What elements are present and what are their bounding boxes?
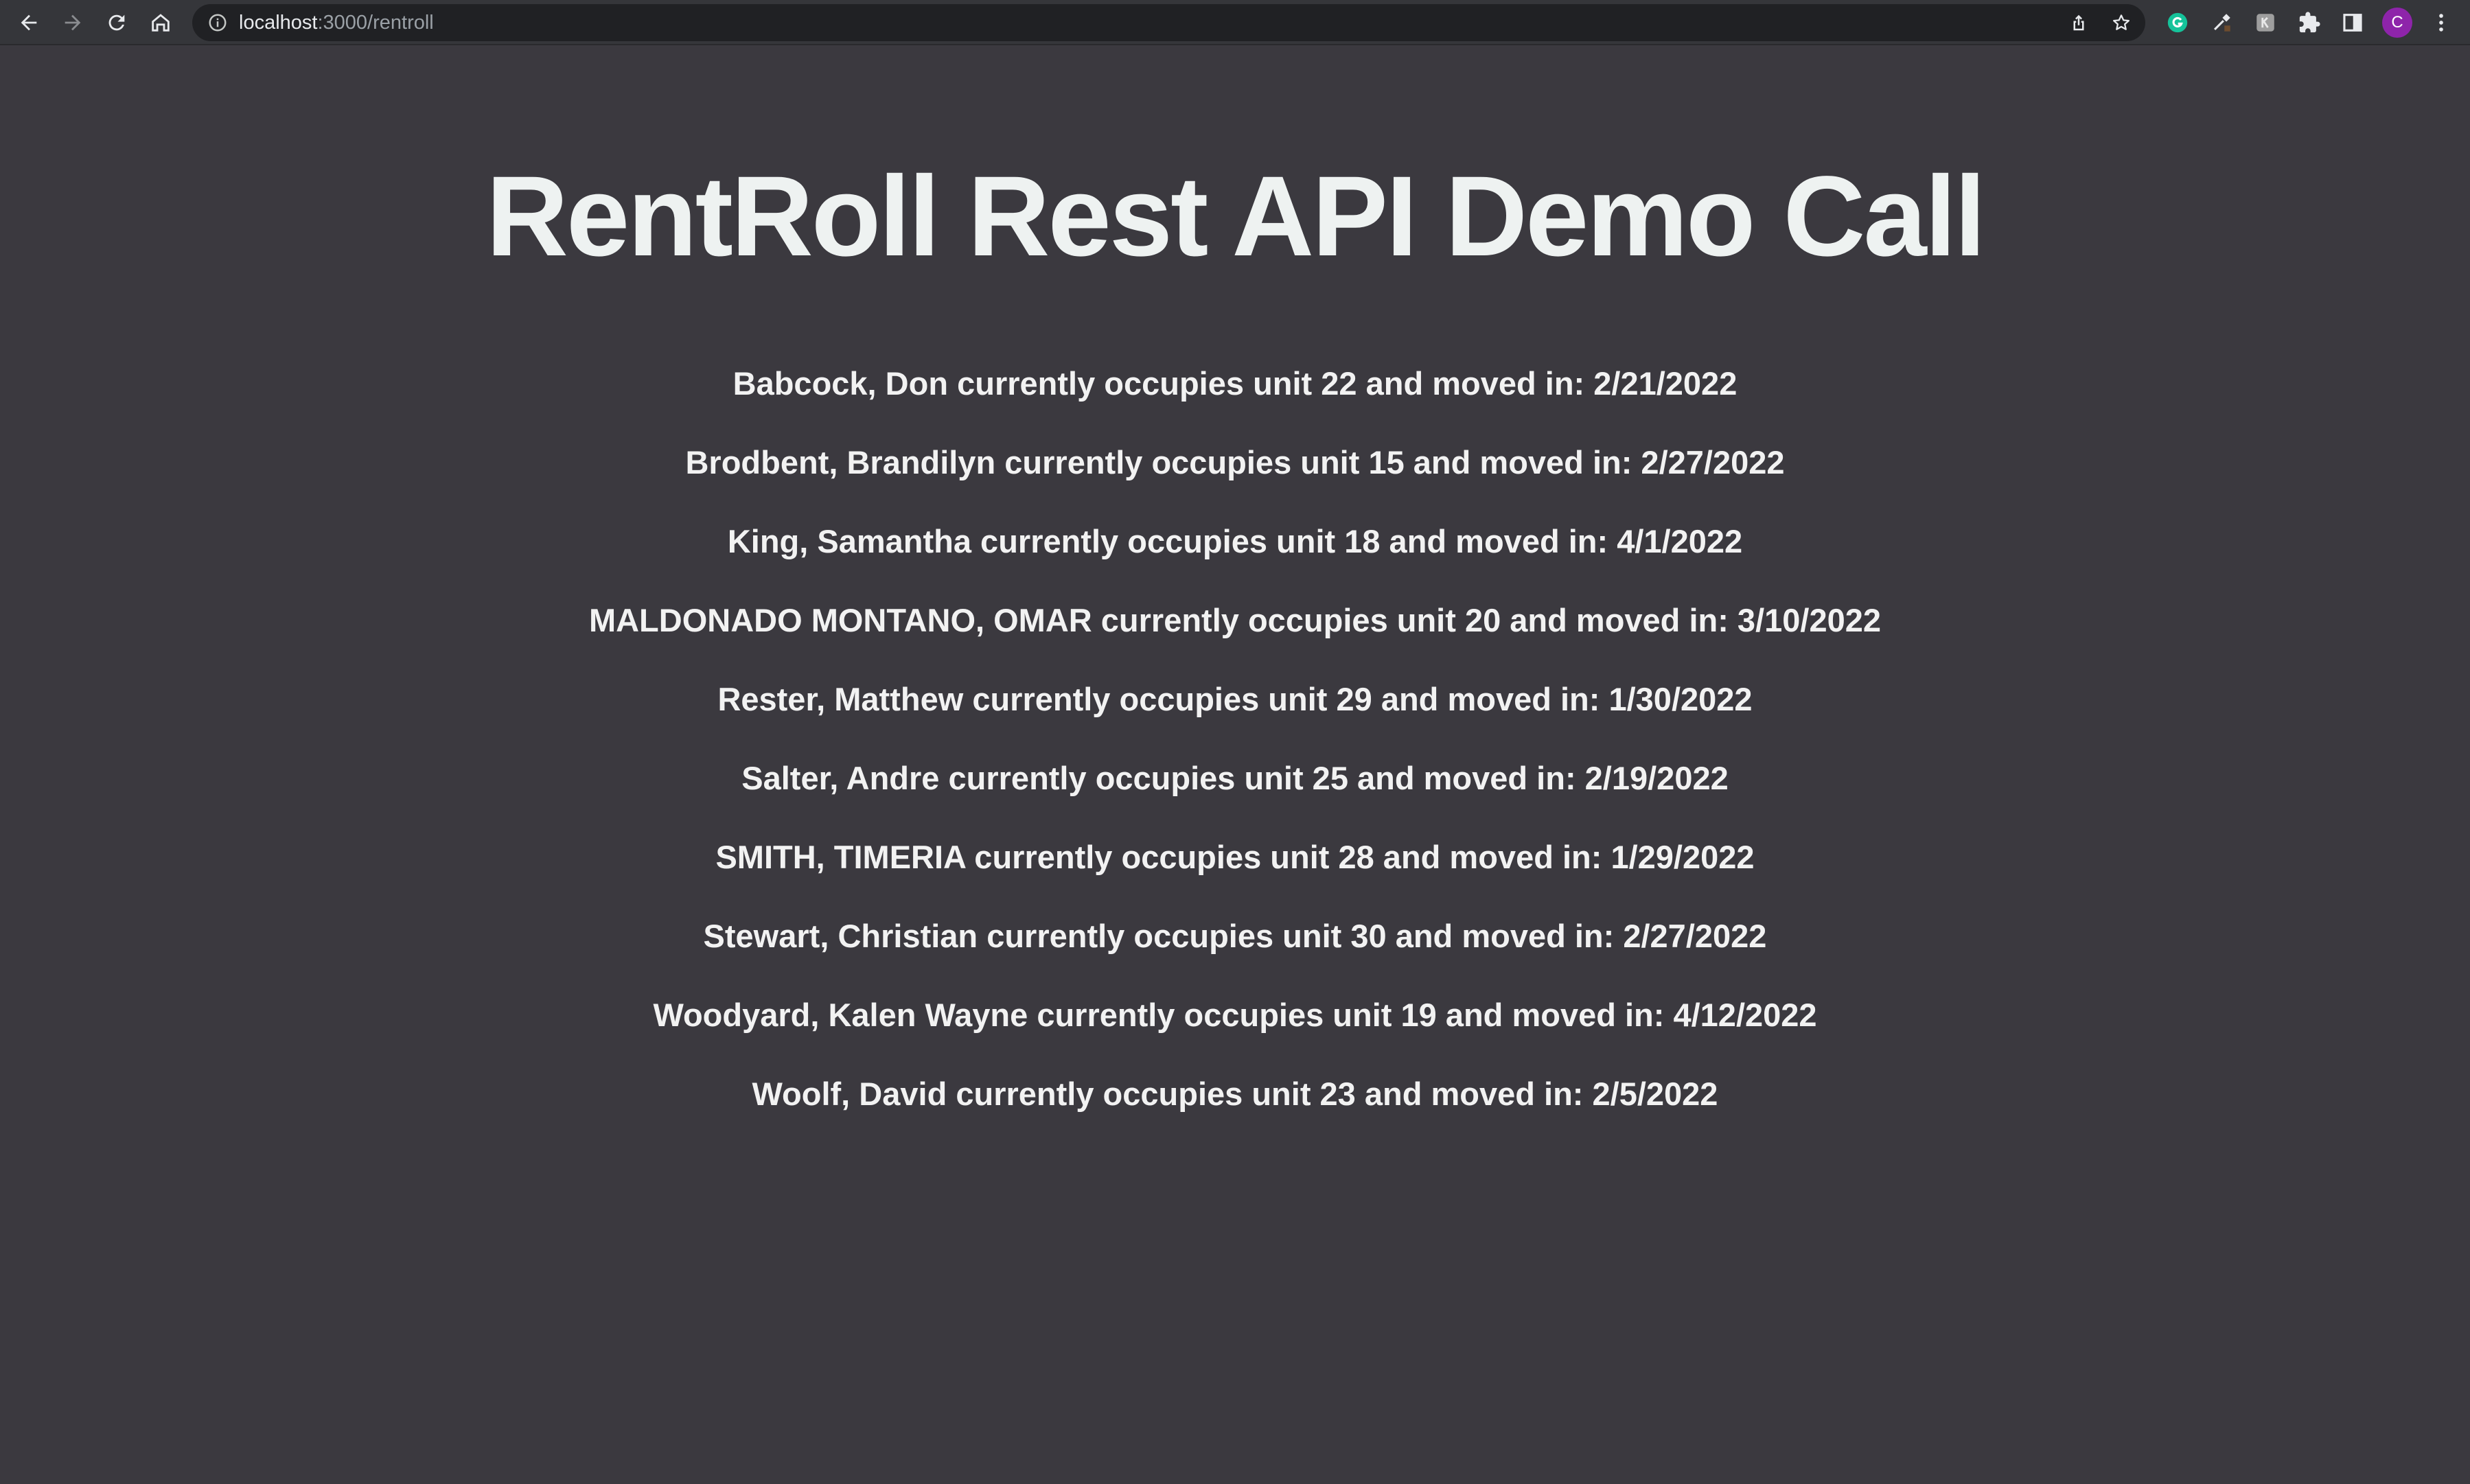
side-panel-icon [2343, 14, 2362, 32]
browser-menu-button[interactable] [2427, 8, 2456, 37]
tenant-row: Rester, Matthew currently occupies unit … [717, 681, 1753, 717]
tenant-row: Brodbent, Brandilyn currently occupies u… [685, 444, 1785, 480]
extensions-button[interactable] [2295, 8, 2324, 37]
tenant-list: Babcock, Don currently occupies unit 22 … [0, 344, 2470, 1133]
home-button[interactable] [144, 6, 177, 39]
tenant-row: King, Samantha currently occupies unit 1… [727, 523, 1743, 559]
k-extension[interactable] [2251, 8, 2280, 37]
home-icon [152, 14, 170, 32]
tenant-row: SMITH, TIMERIA currently occupies unit 2… [715, 839, 1755, 875]
bookmark-star-icon [2113, 14, 2129, 30]
tenant-row: Woodyard, Kalen Wayne currently occupies… [653, 997, 1817, 1033]
info-icon[interactable] [207, 12, 228, 33]
reload-button[interactable] [100, 6, 133, 39]
tenant-row: Woolf, David currently occupies unit 23 … [752, 1076, 1718, 1112]
eyedropper-icon [2213, 14, 2230, 32]
url-host: localhost [239, 12, 318, 34]
back-arrow-icon [21, 14, 37, 31]
tenant-row: Stewart, Christian currently occupies un… [703, 918, 1767, 954]
page-title: RentRoll Rest API Demo Call [486, 153, 1986, 280]
k-extension-icon [2257, 14, 2274, 32]
grammarly-icon [2167, 12, 2188, 33]
forward-arrow-icon [65, 14, 81, 31]
puzzle-icon [2299, 12, 2320, 33]
kebab-menu-icon [2439, 14, 2443, 32]
eyedropper-extension[interactable] [2207, 8, 2236, 37]
tenant-row: Babcock, Don currently occupies unit 22 … [732, 365, 1738, 402]
tenant-row: Salter, Andre currently occupies unit 25… [741, 760, 1729, 796]
page-content: RentRoll Rest API Demo Call Babcock, Don… [0, 45, 2470, 1484]
profile-avatar[interactable]: C [2382, 8, 2412, 38]
grammarly-extension[interactable] [2163, 8, 2192, 37]
share-icon [2073, 14, 2084, 31]
forward-button[interactable] [56, 6, 89, 39]
share-button[interactable] [2066, 10, 2091, 35]
address-bar[interactable]: localhost:3000/rentroll [192, 4, 2145, 41]
reload-icon [108, 14, 125, 31]
url-path: :3000/rentroll [317, 12, 434, 34]
url-text[interactable]: localhost:3000/rentroll [239, 4, 434, 41]
bookmark-button[interactable] [2109, 10, 2134, 35]
back-button[interactable] [12, 6, 45, 39]
browser-toolbar: localhost:3000/rentroll C [0, 0, 2470, 45]
side-panel-button[interactable] [2338, 8, 2367, 37]
tenant-row: MALDONADO MONTANO, OMAR currently occupi… [588, 602, 1882, 638]
